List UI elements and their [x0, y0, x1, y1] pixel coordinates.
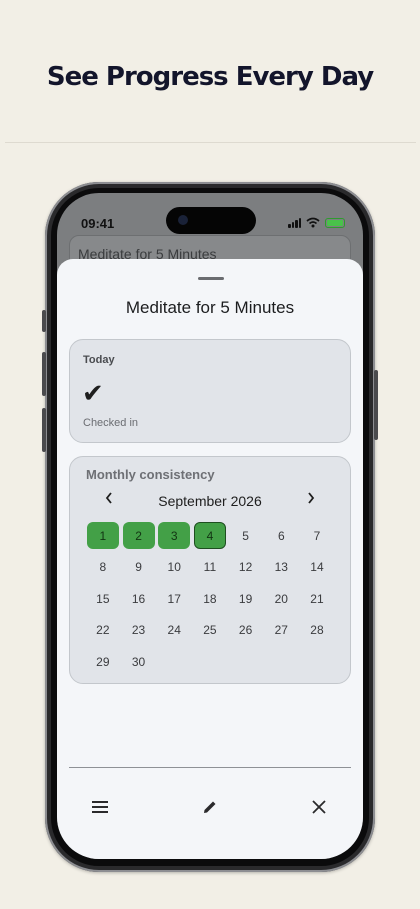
today-card: Today ✔ Checked in	[69, 339, 351, 443]
calendar-day[interactable]: 7	[299, 520, 335, 552]
phone-frame: 09:41 Meditate for 5 Minutes Meditate fo…	[42, 182, 378, 872]
calendar-day[interactable]: 22	[85, 615, 121, 647]
calendar-day[interactable]: 11	[192, 552, 228, 584]
calendar-day-label: 20	[274, 591, 288, 606]
calendar-day[interactable]: 25	[192, 615, 228, 647]
phone-screen: 09:41 Meditate for 5 Minutes Meditate fo…	[57, 193, 363, 859]
calendar-day-label: 8	[99, 560, 107, 575]
checkmark-icon: ✔	[82, 378, 104, 408]
calendar-day-label: 21	[310, 591, 324, 606]
calendar-day[interactable]: 15	[85, 583, 121, 615]
calendar-day-label: 12	[238, 560, 253, 575]
calendar-day-label: 13	[274, 560, 288, 575]
calendar-day-label: 3	[158, 522, 191, 550]
today-label: Today	[83, 354, 115, 366]
calendar-day-label: 16	[131, 591, 146, 606]
bottom-divider	[69, 767, 351, 768]
calendar-day-label: 10	[167, 560, 181, 575]
calendar-day[interactable]: 30	[121, 646, 157, 678]
calendar-day[interactable]: 6	[263, 520, 299, 552]
calendar-day[interactable]: 2	[121, 520, 157, 552]
action-button	[42, 310, 46, 332]
status-time: 09:41	[81, 216, 115, 231]
next-month-button[interactable]	[306, 491, 316, 509]
calendar-day[interactable]: 21	[299, 583, 335, 615]
calendar-day[interactable]: 5	[228, 520, 264, 552]
calendar-day[interactable]: 3	[156, 520, 192, 552]
calendar-day[interactable]: 27	[263, 615, 299, 647]
calendar-grid: 1 2 3 4 5 6 7 8 9 10 11 12 13 14 15 16 17 18 19 20 21 22 23 24 2…	[85, 520, 335, 678]
calendar-day-label: 30	[131, 654, 146, 669]
calendar-day-label: 5	[242, 528, 249, 543]
calendar-day[interactable]: 17	[156, 583, 192, 615]
calendar-day[interactable]: 8	[85, 552, 121, 584]
calendar-day[interactable]: 26	[228, 615, 264, 647]
calendar-day[interactable]: 4	[192, 520, 228, 552]
battery-icon	[325, 217, 345, 228]
close-button[interactable]	[307, 795, 331, 819]
menu-icon	[92, 801, 108, 813]
calendar-day-label: 26	[238, 623, 253, 638]
calendar-day-label: 18	[203, 591, 217, 606]
bottom-toolbar	[57, 787, 363, 827]
calendar-day-label: 9	[135, 560, 142, 575]
headline: See Progress Every Day	[46, 62, 374, 92]
calendar-day[interactable]: 10	[156, 552, 192, 584]
dynamic-island	[166, 207, 256, 234]
monthly-consistency-card: Monthly consistency September 2026 12345…	[69, 456, 351, 684]
menu-button[interactable]	[88, 795, 112, 819]
divider	[5, 142, 416, 143]
calendar-day[interactable]: 1	[85, 520, 121, 552]
calendar-day-label: 22	[96, 623, 110, 638]
calendar-day-label: 27	[274, 623, 288, 638]
monthly-consistency-label: Monthly consistency	[86, 467, 215, 482]
calendar-day[interactable]: 14	[299, 552, 335, 584]
calendar-day-label: 15	[96, 591, 110, 606]
calendar-day[interactable]: 29	[85, 646, 121, 678]
volume-up-button	[42, 352, 46, 396]
calendar-day-label: 24	[167, 623, 181, 638]
calendar-day[interactable]: 16	[121, 583, 157, 615]
calendar-day-label: 2	[122, 522, 155, 550]
calendar-day[interactable]: 20	[263, 583, 299, 615]
habit-detail-sheet: Meditate for 5 Minutes Today ✔ Checked i…	[57, 259, 363, 859]
calendar-day-label: 29	[96, 654, 110, 669]
calendar-day-label: 28	[310, 623, 324, 638]
calendar-day-label: 7	[313, 528, 321, 543]
wifi-icon	[306, 217, 320, 228]
calendar-day[interactable]: 28	[299, 615, 335, 647]
chevron-right-icon	[308, 492, 315, 504]
calendar-day-label: 1	[86, 522, 119, 550]
sheet-drag-handle[interactable]	[198, 277, 224, 280]
calendar-day[interactable]: 24	[156, 615, 192, 647]
power-button	[374, 370, 378, 440]
calendar-day[interactable]: 23	[121, 615, 157, 647]
calendar-day-label: 17	[167, 591, 181, 606]
close-icon	[312, 800, 326, 814]
signal-icon	[288, 217, 301, 228]
checked-in-label: Checked in	[83, 417, 139, 429]
sheet-title: Meditate for 5 Minutes	[125, 298, 295, 317]
calendar-day-label: 25	[203, 623, 217, 638]
calendar-day[interactable]: 12	[228, 552, 264, 584]
calendar-day[interactable]: 18	[192, 583, 228, 615]
calendar-day-label: 6	[277, 528, 285, 543]
calendar-day-label: 23	[131, 623, 146, 638]
calendar-day-label: 19	[238, 591, 253, 606]
calendar-day-label: 14	[310, 560, 324, 575]
calendar-day-label: 4	[193, 522, 226, 550]
calendar-day-label: 11	[203, 560, 217, 575]
edit-button[interactable]	[198, 795, 222, 819]
volume-down-button	[42, 408, 46, 452]
calendar-day[interactable]: 9	[121, 552, 157, 584]
calendar-day[interactable]: 13	[263, 552, 299, 584]
edit-icon	[204, 801, 216, 813]
calendar-day[interactable]: 19	[228, 583, 264, 615]
